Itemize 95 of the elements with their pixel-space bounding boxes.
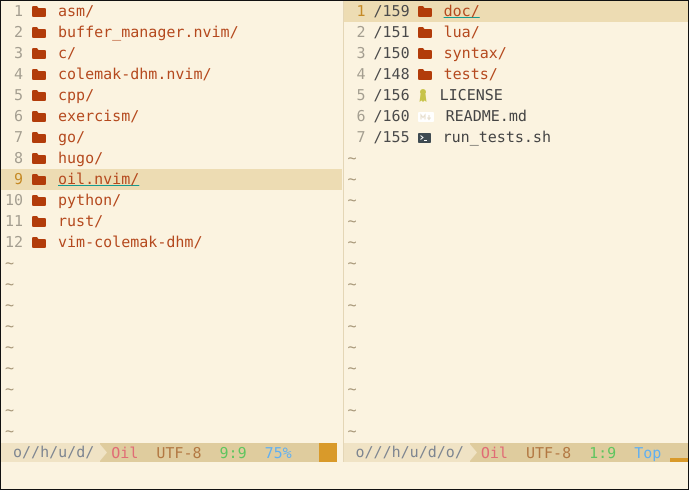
folder-icon: [418, 48, 432, 59]
line-number: 11: [4, 211, 24, 232]
scroll-percentage: Top: [634, 444, 662, 462]
file-name[interactable]: buffer_manager.nvim/: [58, 22, 239, 43]
empty-line-marker: ~: [4, 358, 14, 379]
entry-id: /151: [374, 22, 410, 43]
line-number: 5: [12, 85, 24, 106]
line-number: 9: [12, 169, 24, 190]
empty-line-marker: ~: [4, 421, 14, 442]
line-number: 2: [355, 22, 366, 43]
file-name[interactable]: syntax/: [444, 43, 507, 64]
line-number: 7: [12, 127, 24, 148]
folder-icon: [32, 195, 46, 206]
line-number: 6: [355, 106, 366, 127]
folder-icon: [32, 27, 46, 38]
status-position: 1:9: [589, 444, 616, 462]
line-number: 12: [4, 232, 24, 253]
scroll-percentage: 75%: [264, 444, 292, 462]
file-name[interactable]: LICENSE: [440, 85, 503, 106]
empty-line-marker: ~: [4, 295, 14, 316]
file-name[interactable]: doc/: [444, 1, 480, 22]
empty-line-marker: ~: [346, 400, 357, 421]
line-number: 4: [12, 64, 24, 85]
folder-icon: [32, 132, 46, 143]
empty-line-marker: ~: [4, 253, 14, 274]
file-name[interactable]: README.md: [446, 106, 527, 127]
folder-icon: [418, 69, 432, 80]
line-number: 1: [355, 1, 366, 22]
entry-id: /160: [374, 106, 410, 127]
empty-line-marker: ~: [4, 337, 14, 358]
status-filetype: Oil: [480, 444, 508, 462]
line-number: 6: [12, 106, 24, 127]
folder-icon: [32, 90, 46, 101]
empty-line-marker: ~: [346, 316, 357, 337]
line-number: 7: [355, 127, 366, 148]
file-name[interactable]: c/: [58, 43, 76, 64]
entry-id: /150: [374, 43, 410, 64]
entry-id: /148: [374, 64, 410, 85]
file-name[interactable]: python/: [58, 190, 122, 211]
empty-line-marker: ~: [346, 169, 357, 190]
file-name[interactable]: exercism/: [58, 106, 140, 127]
file-name[interactable]: colemak-dhm.nvim/: [58, 64, 212, 85]
file-name[interactable]: tests/: [444, 64, 498, 85]
line-number: 5: [355, 85, 366, 106]
file-name[interactable]: rust/: [58, 211, 104, 232]
line-number: 8: [12, 148, 24, 169]
empty-line-marker: ~: [346, 253, 357, 274]
file-name[interactable]: oil.nvim/: [58, 169, 140, 190]
file-name[interactable]: cpp/: [58, 85, 94, 106]
empty-line-marker: ~: [346, 358, 357, 379]
line-number: 2: [12, 22, 24, 43]
status-position: 9:9: [220, 444, 247, 462]
empty-line-marker: ~: [4, 400, 14, 421]
entry-id: /156: [374, 85, 410, 106]
file-name[interactable]: go/: [58, 127, 86, 148]
entry-id: /155: [374, 127, 410, 148]
line-number: 10: [4, 190, 24, 211]
folder-icon: [32, 48, 46, 59]
empty-line-marker: ~: [346, 421, 357, 442]
empty-line-marker: ~: [4, 316, 14, 337]
empty-line-marker: ~: [346, 337, 357, 358]
empty-line-marker: ~: [346, 148, 357, 169]
file-name[interactable]: vim-colemak-dhm/: [58, 232, 202, 253]
file-name[interactable]: run_tests.sh: [442, 127, 551, 148]
folder-icon: [32, 153, 46, 164]
terminal-icon: [418, 132, 431, 142]
entry-id: /159: [374, 1, 410, 22]
empty-line-marker: ~: [346, 379, 357, 400]
empty-line-marker: ~: [4, 379, 14, 400]
empty-line-marker: ~: [346, 211, 357, 232]
empty-line-marker: ~: [4, 274, 14, 295]
folder-icon: [32, 216, 46, 227]
folder-icon: [32, 6, 46, 17]
empty-line-marker: ~: [346, 295, 357, 316]
folder-icon: [32, 111, 46, 122]
line-number: 3: [355, 43, 366, 64]
status-encoding: UTF-8: [156, 444, 202, 462]
folder-icon: [418, 27, 432, 38]
empty-line-marker: ~: [346, 274, 357, 295]
folder-icon: [32, 237, 46, 248]
file-name[interactable]: lua/: [444, 22, 480, 43]
line-number: 4: [355, 64, 366, 85]
folder-icon: [32, 174, 46, 185]
empty-line-marker: ~: [346, 190, 357, 211]
file-name[interactable]: asm/: [58, 1, 94, 22]
line-number: 1: [12, 1, 24, 22]
folder-icon: [418, 6, 432, 17]
status-filetype: Oil: [111, 444, 138, 462]
empty-line-marker: ~: [346, 232, 357, 253]
ribbon-icon: [418, 88, 428, 103]
status-encoding: UTF-8: [526, 444, 572, 462]
file-name[interactable]: hugo/: [58, 148, 104, 169]
markdown-icon: [418, 112, 434, 122]
line-number: 3: [12, 43, 24, 64]
folder-icon: [32, 69, 46, 80]
